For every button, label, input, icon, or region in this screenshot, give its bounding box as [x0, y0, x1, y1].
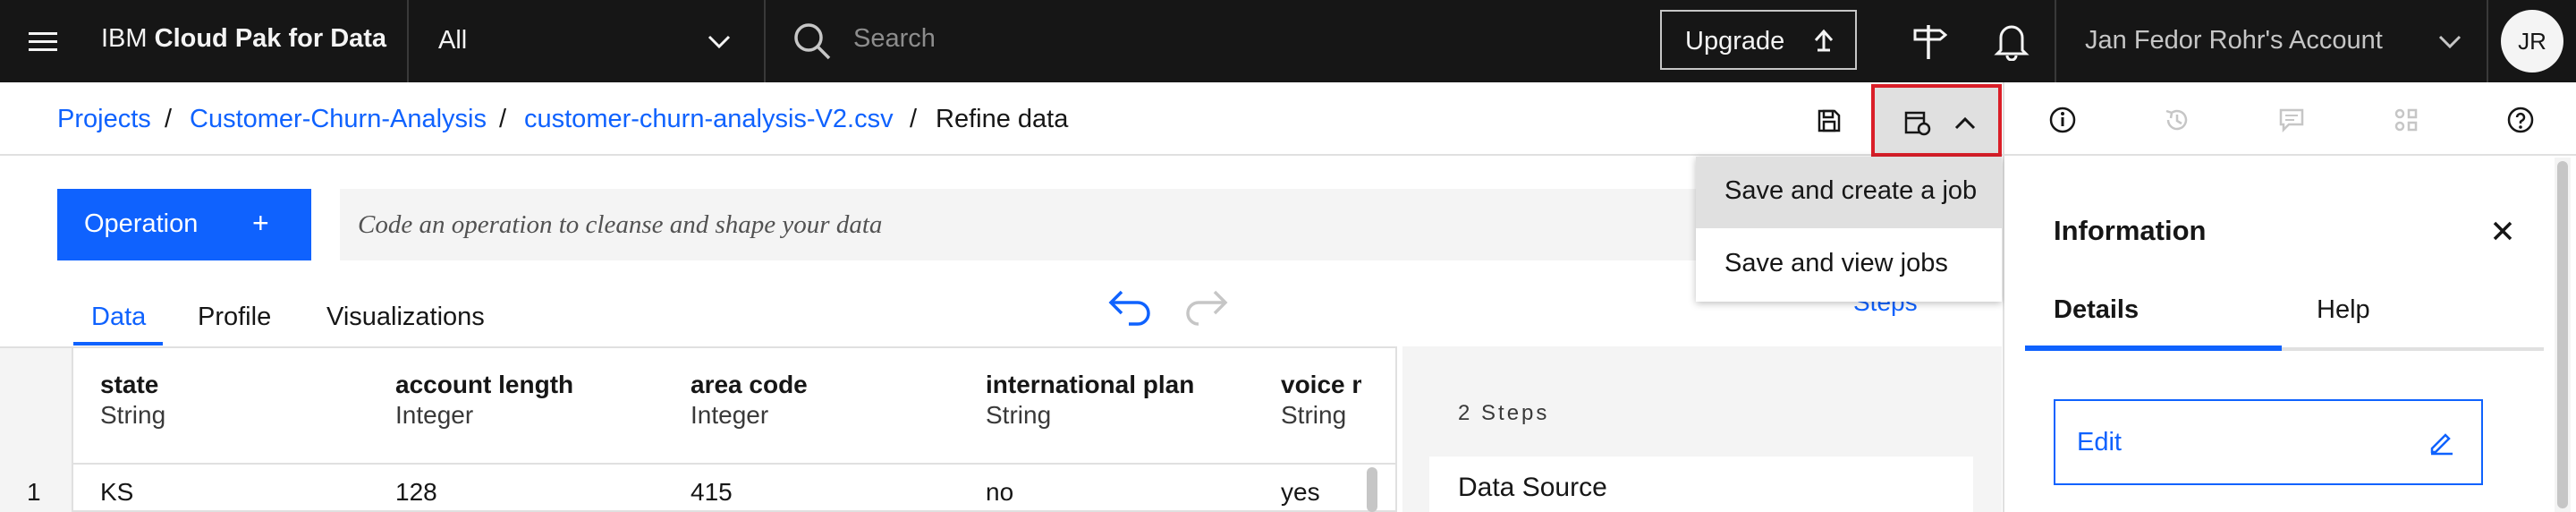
panel-scrollbar-thumb[interactable]: [2557, 161, 2568, 508]
plus-icon: +: [252, 207, 269, 239]
brand-prefix: IBM: [101, 24, 148, 53]
avatar-initials: JR: [2518, 28, 2546, 55]
column-name: area code: [691, 371, 808, 398]
edit-button[interactable]: Edit: [2054, 399, 2483, 485]
job-schedule-icon: [1903, 110, 1932, 137]
pencil-edit-icon: [2428, 428, 2456, 457]
close-icon[interactable]: [2490, 218, 2515, 243]
upgrade-arrow-icon: [1810, 27, 1837, 54]
column-type: String: [986, 401, 1052, 429]
help-icon[interactable]: [2506, 106, 2535, 134]
divider: [2487, 0, 2488, 82]
column-header-account-length[interactable]: account length Integer: [395, 371, 573, 430]
steps-count: 2 Steps: [1458, 401, 1550, 425]
edit-label: Edit: [2077, 428, 2122, 457]
table-cell[interactable]: 128: [395, 478, 437, 507]
comment-icon[interactable]: [2277, 106, 2306, 134]
search-icon: [792, 21, 832, 61]
column-header-international-plan[interactable]: international plan String: [986, 371, 1194, 430]
column-name: voice m: [1281, 371, 1361, 398]
column-header-voice-mail[interactable]: voice m String: [1281, 371, 1361, 430]
column-type: String: [1281, 401, 1347, 429]
scope-selector[interactable]: All: [409, 0, 764, 82]
account-label: Jan Fedor Rohr's Account: [2085, 26, 2383, 55]
code-operation-placeholder: Code an operation to cleanse and shape y…: [358, 210, 883, 239]
notification-bell-icon[interactable]: [1994, 21, 2029, 61]
brand-logo[interactable]: IBM Cloud Pak for Data: [101, 24, 386, 54]
search-bar[interactable]: Search: [766, 0, 1628, 82]
column-type: String: [100, 401, 166, 429]
chevron-down-icon: [707, 30, 732, 52]
tab-data[interactable]: Data: [91, 303, 146, 332]
information-icon[interactable]: [2048, 106, 2077, 134]
table-cell[interactable]: yes: [1281, 478, 1320, 507]
column-name: state: [100, 371, 159, 398]
lineage-icon[interactable]: [2392, 106, 2420, 134]
table-cell[interactable]: 415: [691, 478, 733, 507]
column-type: Integer: [691, 401, 769, 429]
tab-visualizations[interactable]: Visualizations: [326, 303, 485, 332]
menu-item-label: Save and create a job: [1724, 176, 1978, 205]
operation-button-label: Operation: [84, 209, 199, 238]
table-cell[interactable]: KS: [100, 478, 133, 507]
table-cell[interactable]: no: [986, 478, 1013, 507]
tab-details-underline: [2025, 346, 2282, 351]
upgrade-button[interactable]: Upgrade: [1660, 10, 1857, 70]
undo-icon[interactable]: [1106, 288, 1154, 328]
tab-details[interactable]: Details: [2054, 295, 2139, 325]
breadcrumb-separator: /: [499, 105, 507, 133]
column-name: international plan: [986, 371, 1195, 398]
breadcrumb-link-asset[interactable]: customer-churn-analysis-V2.csv: [524, 105, 894, 134]
menu-item-save-and-create-job[interactable]: Save and create a job: [1696, 157, 2002, 228]
hamburger-menu-icon[interactable]: [27, 25, 59, 57]
tab-profile[interactable]: Profile: [198, 303, 271, 332]
tab-data-underline: [73, 342, 163, 346]
menu-item-label: Save and view jobs: [1724, 249, 1948, 277]
save-icon[interactable]: [1816, 107, 1843, 134]
row-index: 1: [27, 478, 41, 506]
scope-selector-value: All: [438, 26, 468, 55]
redo-icon[interactable]: [1182, 288, 1231, 328]
breadcrumb-current: Refine data: [936, 105, 1069, 133]
step-card-title: Data Source: [1458, 473, 1607, 502]
avatar[interactable]: JR: [2501, 10, 2563, 73]
save-job-menu-button[interactable]: [1871, 84, 2002, 157]
signpost-icon[interactable]: [1910, 21, 1947, 61]
column-name: account length: [395, 371, 574, 398]
breadcrumb-link-projects[interactable]: Projects: [57, 105, 151, 134]
breadcrumb-separator: /: [910, 105, 918, 133]
account-switcher[interactable]: Jan Fedor Rohr's Account: [2056, 0, 2469, 82]
breadcrumb-link-project[interactable]: Customer-Churn-Analysis: [190, 105, 487, 134]
table-scrollbar[interactable]: [1367, 467, 1377, 512]
panel-scrollbar[interactable]: [2555, 158, 2571, 512]
search-input[interactable]: Search: [853, 24, 936, 54]
operation-button[interactable]: Operation +: [57, 189, 311, 260]
column-header-area-code[interactable]: area code Integer: [691, 371, 808, 430]
breadcrumb-separator: /: [165, 105, 173, 133]
column-header-state[interactable]: state String: [100, 371, 165, 430]
menu-item-save-and-view-jobs[interactable]: Save and view jobs: [1696, 229, 2002, 301]
history-icon[interactable]: [2163, 106, 2191, 134]
step-card-data-source[interactable]: Data Source: [1429, 457, 1973, 512]
code-operation-input[interactable]: Code an operation to cleanse and shape y…: [340, 189, 1699, 260]
information-panel-title: Information: [2054, 215, 2207, 246]
column-type: Integer: [395, 401, 474, 429]
chevron-down-icon: [2437, 30, 2462, 52]
brand-name: Cloud Pak for Data: [154, 24, 387, 53]
upgrade-label: Upgrade: [1685, 27, 1785, 55]
chevron-up-icon: [1953, 115, 1977, 132]
tab-help[interactable]: Help: [2317, 295, 2370, 325]
